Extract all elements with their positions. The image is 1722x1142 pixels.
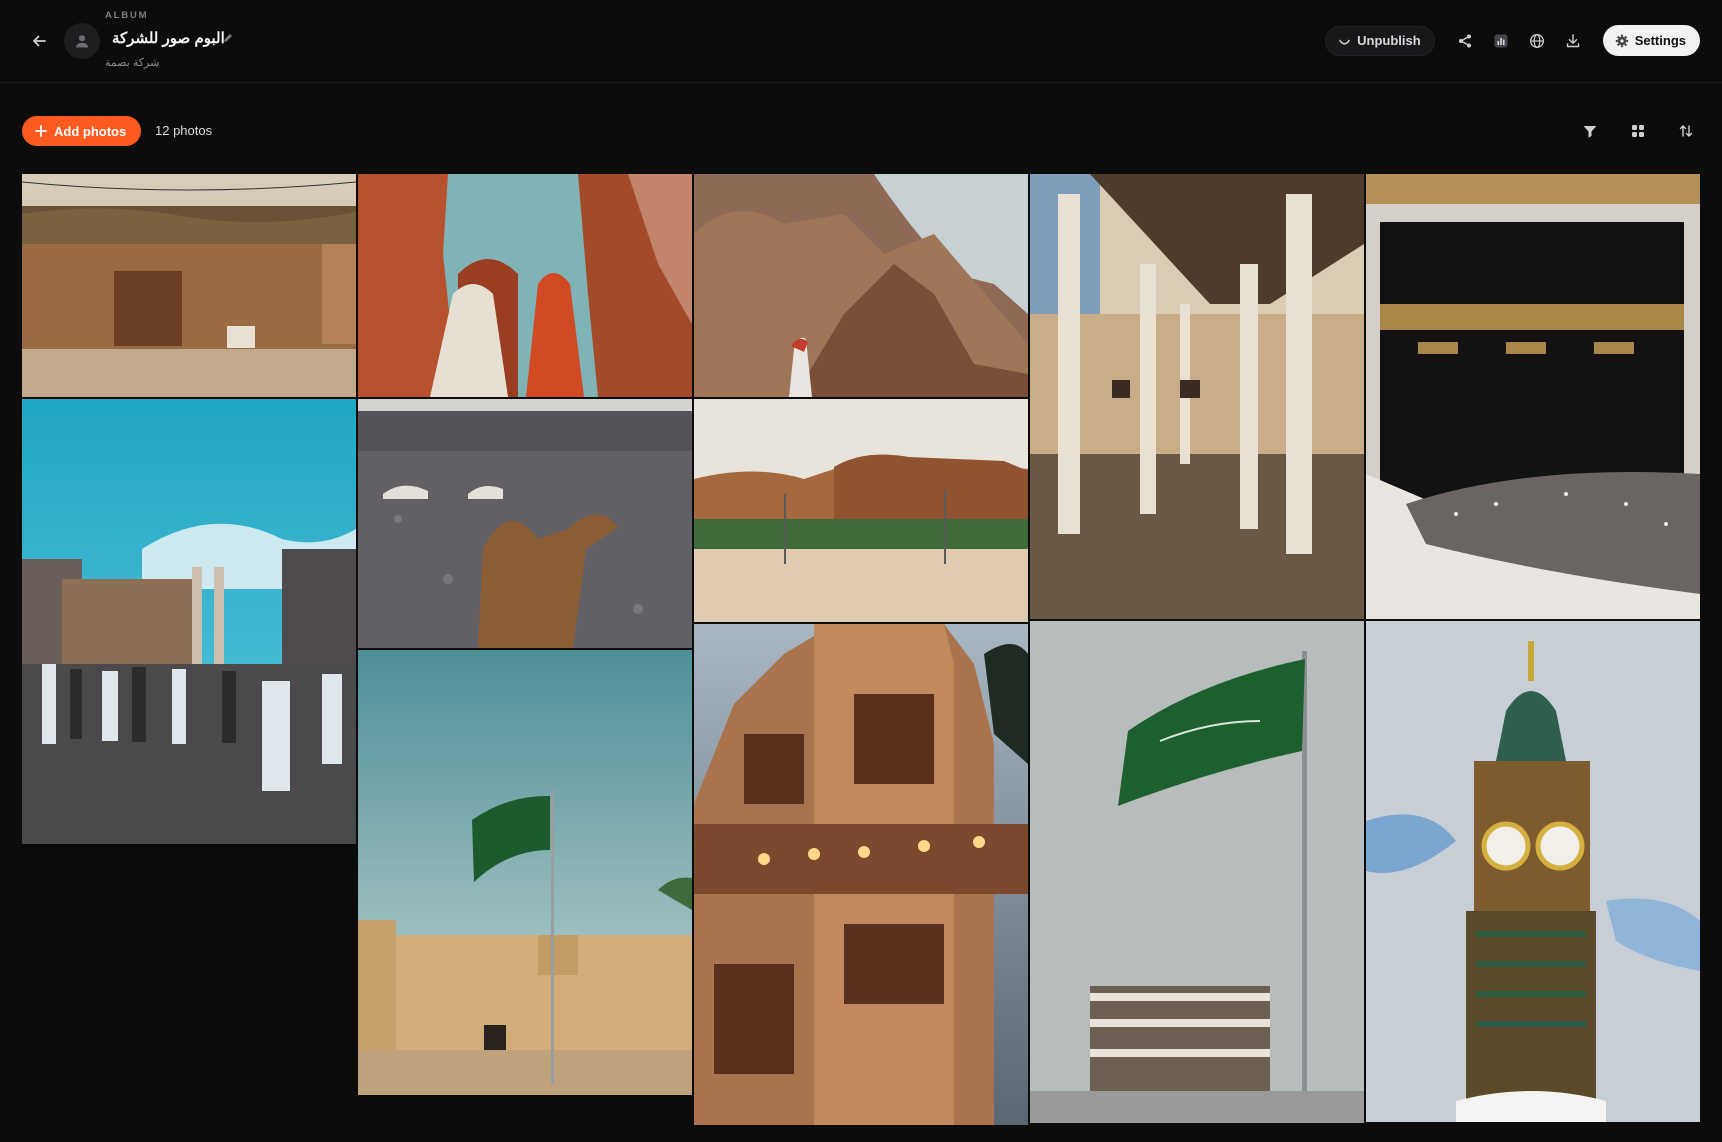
grid-view-button[interactable] <box>1624 118 1652 144</box>
globe-button[interactable] <box>1523 27 1551 55</box>
filter-button[interactable] <box>1576 118 1604 144</box>
header-actions: Unpublish Settings <box>1325 25 1700 56</box>
photo-tile[interactable] <box>694 399 1028 622</box>
photo-tile[interactable] <box>1366 621 1700 1122</box>
add-photos-button[interactable]: Add photos <box>22 116 142 146</box>
photo-tile[interactable] <box>358 650 692 1095</box>
album-header: ALBUM البوم صور للشركة شركة بصمة Unpubli… <box>0 0 1722 83</box>
filter-icon <box>1583 126 1597 138</box>
plus-icon <box>35 125 47 137</box>
photo-tile[interactable] <box>22 399 356 844</box>
add-photos-label: Add photos <box>54 123 127 139</box>
photo-desert-mountains-man <box>694 174 1028 397</box>
user-icon <box>76 35 88 48</box>
download-icon <box>1566 33 1579 47</box>
sort-icon <box>1679 125 1693 137</box>
photo-makkah-clock-tower <box>1366 621 1700 1122</box>
unpublish-icon <box>1339 39 1350 45</box>
grid-view-icon <box>1632 125 1644 137</box>
gear-icon <box>1615 34 1628 47</box>
download-button[interactable] <box>1559 27 1587 55</box>
share-button[interactable] <box>1451 27 1479 55</box>
back-button[interactable] <box>26 28 52 54</box>
album-title[interactable]: البوم صور للشركة <box>112 29 225 47</box>
photo-tile[interactable] <box>358 174 692 397</box>
stats-button[interactable] <box>1487 27 1515 55</box>
photo-historic-jeddah-building <box>694 624 1028 1125</box>
photo-tile[interactable] <box>694 174 1028 397</box>
photo-women-in-red-canyon <box>358 174 692 397</box>
photo-tile[interactable] <box>22 174 356 397</box>
pencil-icon[interactable] <box>222 32 234 44</box>
photo-tile[interactable] <box>358 399 692 648</box>
sort-button[interactable] <box>1672 118 1700 144</box>
photo-mud-brick-house <box>22 174 356 397</box>
view-controls <box>1576 118 1700 144</box>
settings-label: Settings <box>1634 33 1686 48</box>
photo-crowd-mecca-minarets <box>22 399 356 844</box>
photo-tile[interactable] <box>1030 174 1364 619</box>
avatar[interactable] <box>64 23 100 59</box>
photo-count: 12 photos <box>155 123 213 138</box>
unpublish-label: Unpublish <box>1357 33 1421 48</box>
back-arrow-icon <box>33 35 46 47</box>
share-icon <box>1458 34 1471 47</box>
photo-tile[interactable] <box>694 624 1028 1125</box>
settings-button[interactable]: Settings <box>1602 25 1700 56</box>
unpublish-button[interactable]: Unpublish <box>1325 25 1435 56</box>
photo-kaaba <box>1366 174 1700 619</box>
album-kicker: ALBUM <box>105 10 149 21</box>
photo-camels-rocky-desert <box>358 399 692 648</box>
album-owner: شركة بصمة <box>105 57 160 69</box>
photo-alula-rock-formations <box>694 399 1028 622</box>
photo-colonnade-walkway <box>1030 174 1364 619</box>
photo-saudi-flag-pole <box>1030 621 1364 1123</box>
photo-tile[interactable] <box>1030 621 1364 1123</box>
stats-icon <box>1494 34 1508 47</box>
globe-icon <box>1529 33 1544 48</box>
photo-flag-over-fort <box>358 650 692 1095</box>
photo-tile[interactable] <box>1366 174 1700 619</box>
